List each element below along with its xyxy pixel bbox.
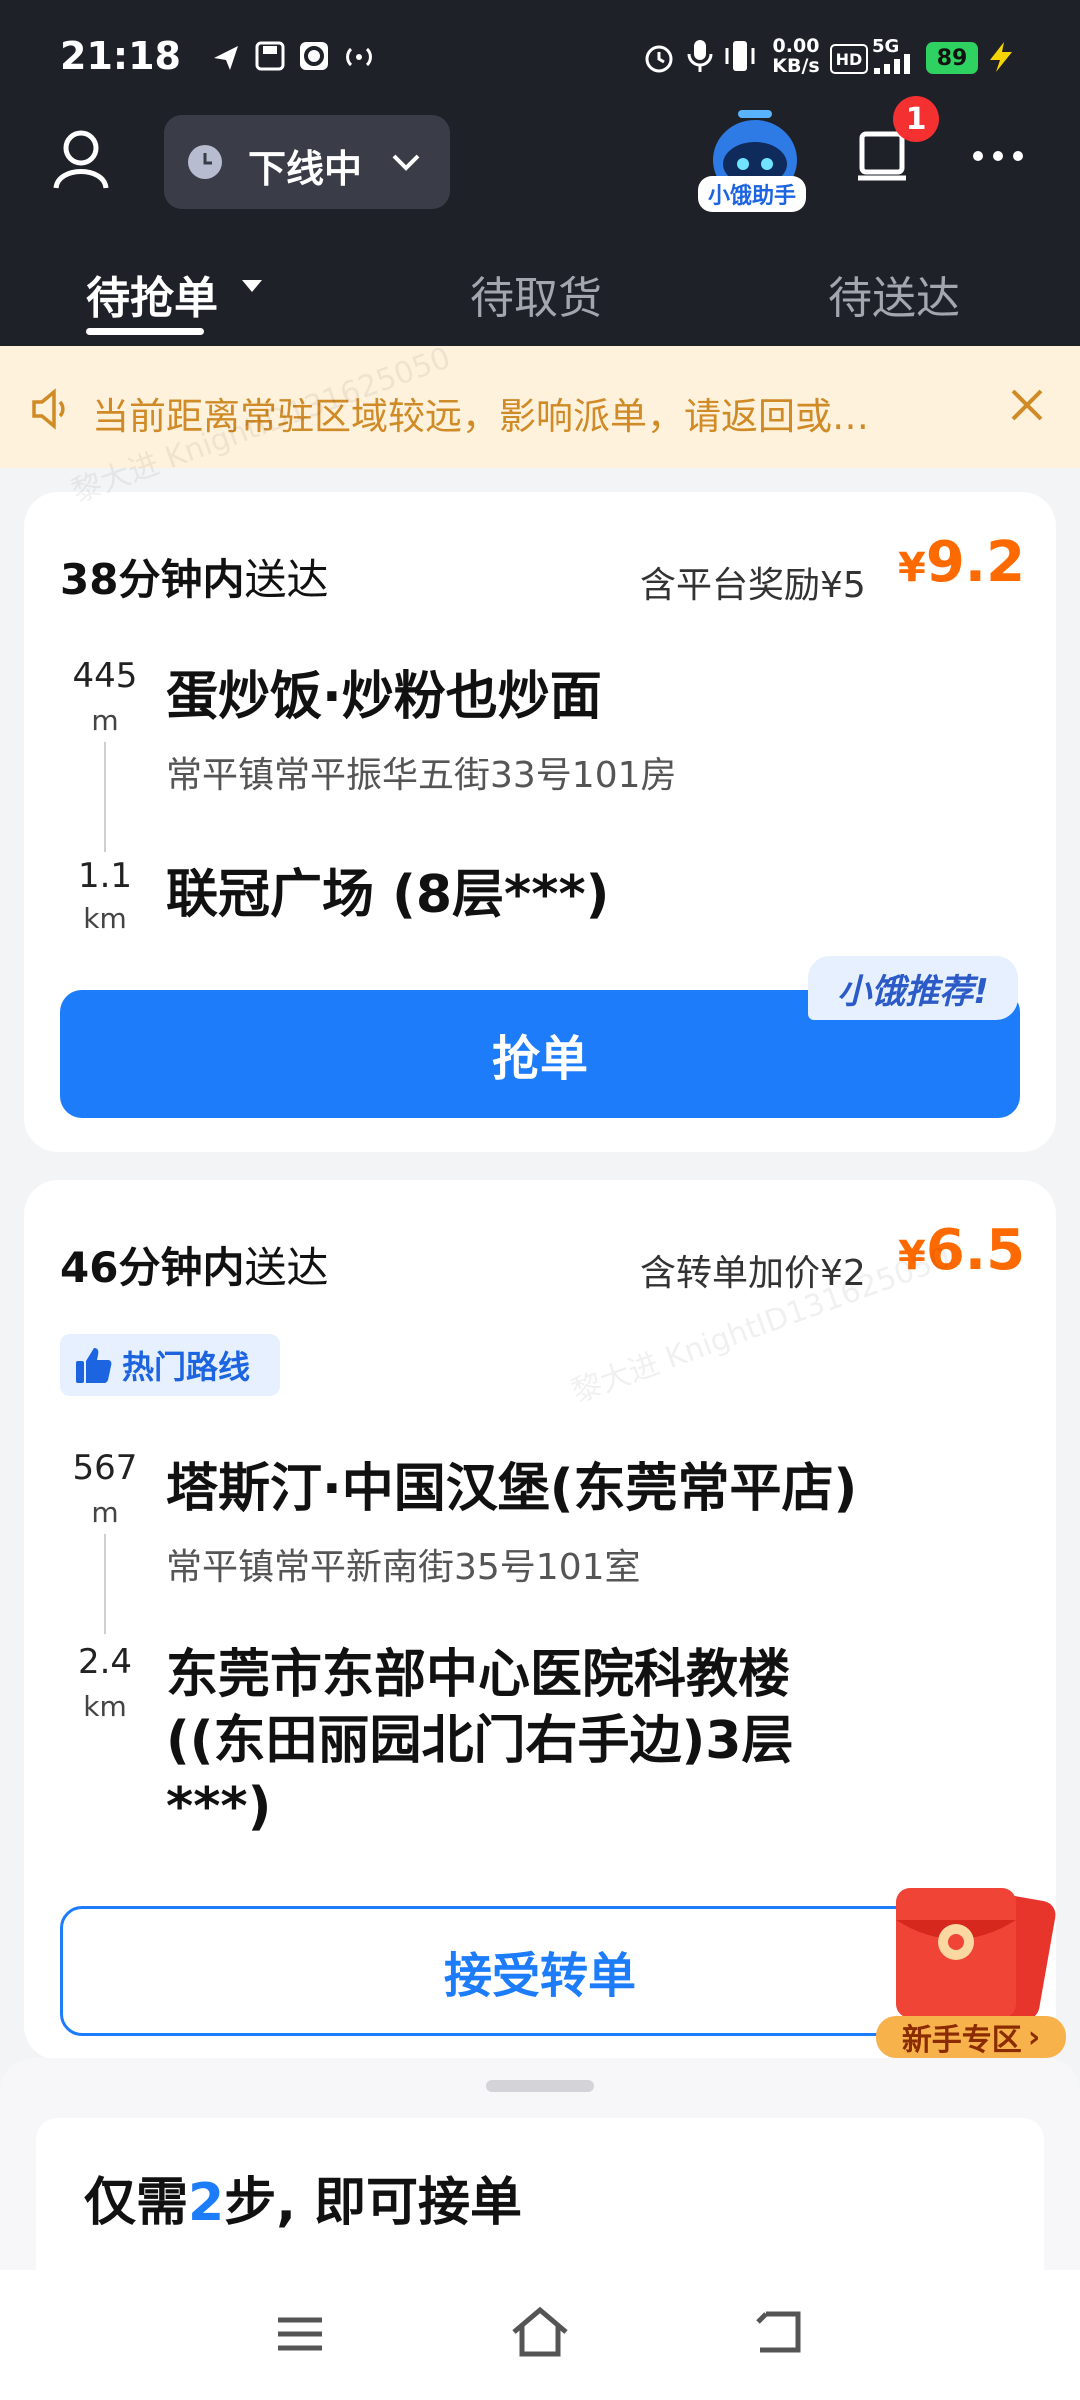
accept-transfer-label: 接受转单 bbox=[443, 1948, 636, 2004]
newbie-zone-text: 新手专区 bbox=[901, 2023, 1022, 2058]
chevron-down-icon bbox=[392, 154, 420, 171]
delivery-minutes: 38分钟内 bbox=[60, 555, 245, 604]
menu-icon[interactable] bbox=[276, 2314, 324, 2354]
dropoff-line-2: ((东田丽园北门右手边)3层 bbox=[166, 1711, 794, 1771]
signal-bars-icon bbox=[874, 54, 910, 74]
dropoff-line-1: 东莞市东部中心医院科教楼 bbox=[166, 1645, 791, 1705]
net-speed: 0.00 KB/s bbox=[768, 36, 824, 76]
sheet-drag-handle[interactable] bbox=[486, 2080, 594, 2092]
delivery-suffix: 送达 bbox=[244, 1243, 329, 1292]
thumbs-up-icon bbox=[76, 1348, 112, 1383]
title-prefix: 仅需 bbox=[84, 2173, 189, 2233]
chevron-right-icon: › bbox=[1027, 2019, 1041, 2055]
delivery-suffix: 送达 bbox=[244, 555, 329, 604]
clock-icon bbox=[188, 145, 222, 179]
more-options-icon[interactable] bbox=[970, 148, 1026, 164]
location-arrow-icon bbox=[214, 46, 238, 70]
price-value: 9.2 bbox=[925, 530, 1026, 595]
dropoff-line-3: ***) bbox=[166, 1777, 272, 1837]
hot-route-label: 热门路线 bbox=[122, 1348, 251, 1386]
newbie-zone-button[interactable]: 新手专区 › bbox=[876, 1880, 1066, 2060]
onboarding-title: 仅需2步, 即可接单 bbox=[84, 2160, 522, 2235]
speaker-icon bbox=[32, 388, 65, 430]
back-icon[interactable] bbox=[754, 2308, 806, 2356]
bonus-text: 含平台奖励¥5 bbox=[640, 565, 866, 606]
dropoff-address: 东莞市东部中心医院科教楼 ((东田丽园北门右手边)3层 ***) bbox=[166, 1642, 1006, 1840]
order-price: ¥9.2 bbox=[898, 530, 1025, 595]
grab-order-label: 抢单 bbox=[491, 1031, 588, 1087]
pickup-distance-value: 445 bbox=[72, 656, 138, 696]
app-c-icon bbox=[300, 42, 328, 70]
dropoff-name: 联冠广场 (8层***) bbox=[166, 865, 610, 925]
tab-pending-delivery[interactable]: 待送达 bbox=[828, 262, 960, 326]
home-icon[interactable] bbox=[510, 2306, 570, 2358]
active-tab-indicator bbox=[86, 328, 204, 335]
online-status-label: 下线中 bbox=[248, 147, 363, 191]
shop-address: 常平镇常平振华五街33号101房 bbox=[166, 755, 677, 796]
status-time: 21:18 bbox=[60, 34, 181, 78]
shop-name: 蛋炒饭·炒粉也炒面 bbox=[166, 667, 602, 727]
shop-address: 常平镇常平新南街35号101室 bbox=[166, 1547, 641, 1588]
delivery-time: 46分钟内送达 bbox=[60, 1234, 328, 1295]
dropoff-distance-unit: km bbox=[83, 1690, 127, 1723]
tab-pending-delivery-label: 待送达 bbox=[828, 273, 960, 324]
tab-pending-pickup-label: 待取货 bbox=[470, 273, 602, 324]
hot-route-tag: 热门路线 bbox=[60, 1334, 280, 1396]
save-icon bbox=[255, 41, 285, 71]
newbie-zone-label: 新手专区 › bbox=[876, 2016, 1066, 2058]
delivery-minutes: 46分钟内 bbox=[60, 1243, 245, 1292]
route-line bbox=[104, 742, 106, 852]
vibrate-icon bbox=[725, 41, 755, 71]
dropoff-distance-value: 1.1 bbox=[77, 856, 133, 896]
net-speed-value: 0.00 bbox=[772, 35, 820, 57]
alarm-icon bbox=[645, 45, 673, 73]
tab-pending-grab-label: 待抢单 bbox=[86, 273, 218, 324]
delivery-time: 38分钟内送达 bbox=[60, 546, 328, 607]
hd-badge: HD bbox=[830, 44, 868, 74]
recommend-badge: 小饿推荐! bbox=[808, 956, 1018, 1020]
currency-symbol: ¥ bbox=[898, 545, 926, 591]
pickup-distance-value: 567 bbox=[72, 1448, 138, 1488]
tab-pending-grab[interactable]: 待抢单 bbox=[86, 262, 218, 326]
hotspot-icon bbox=[346, 47, 372, 67]
tab-pending-pickup[interactable]: 待取货 bbox=[470, 262, 602, 326]
route-line bbox=[104, 1534, 106, 1634]
profile-icon[interactable] bbox=[52, 128, 110, 190]
pickup-distance-unit: m bbox=[91, 1496, 119, 1529]
battery-indicator: 89 bbox=[926, 42, 978, 74]
pickup-distance-unit: m bbox=[91, 704, 119, 737]
title-step-count: 2 bbox=[188, 2173, 225, 2233]
microphone-icon bbox=[687, 40, 713, 72]
assistant-label: 小饿助手 bbox=[698, 176, 806, 212]
close-icon[interactable] bbox=[1008, 386, 1046, 424]
charging-bolt-icon bbox=[990, 42, 1012, 72]
net-speed-unit: KB/s bbox=[772, 55, 820, 77]
title-suffix: 步, 即可接单 bbox=[224, 2173, 523, 2233]
caret-down-icon[interactable] bbox=[240, 278, 264, 294]
dropoff-distance-value: 2.4 bbox=[77, 1642, 133, 1682]
shop-name: 塔斯汀·中国汉堡(东莞常平店) bbox=[166, 1459, 858, 1519]
dropoff-distance-unit: km bbox=[83, 902, 127, 935]
notification-count-badge: 1 bbox=[893, 96, 939, 142]
